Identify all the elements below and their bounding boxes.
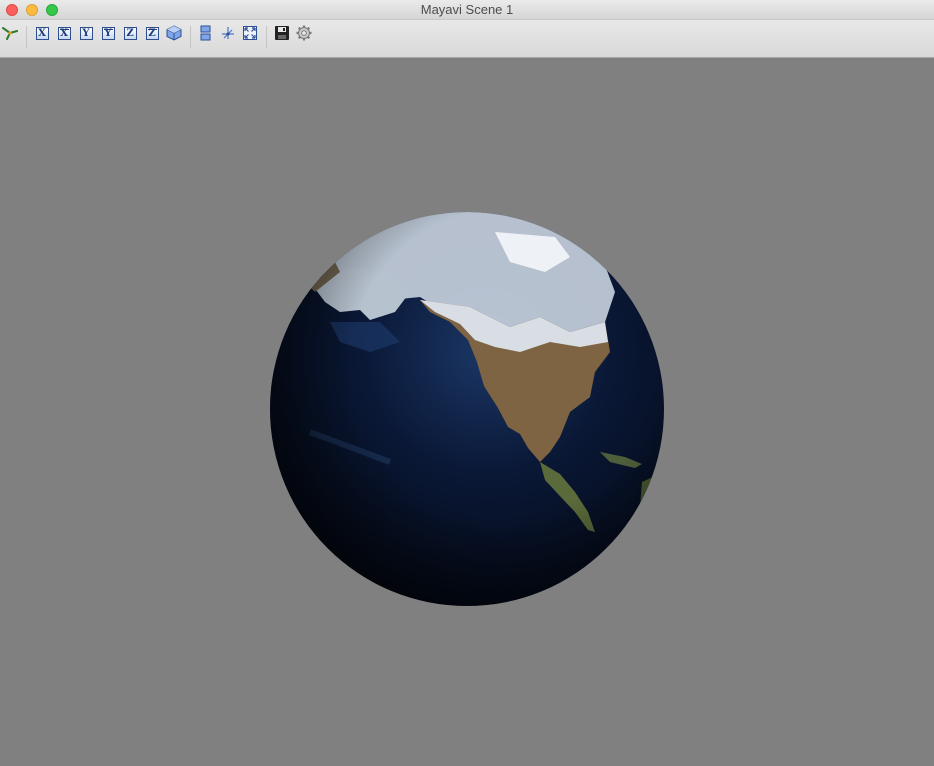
save-snapshot-button[interactable] — [274, 25, 290, 41]
x-axis-icon: X — [57, 26, 71, 40]
3d-scene-viewport[interactable] — [0, 58, 934, 766]
scene-toolbar: X X Y Y Z Z — [0, 20, 934, 58]
z-axis-icon: Z — [145, 26, 159, 40]
mayavi-icon[interactable] — [2, 25, 18, 41]
axes-indicator-button[interactable] — [220, 25, 236, 41]
save-icon — [275, 26, 289, 40]
view-x-positive-button[interactable]: X — [34, 25, 50, 41]
view-z-negative-button[interactable]: Z — [144, 25, 160, 41]
configure-scene-button[interactable] — [296, 25, 312, 41]
z-axis-icon: Z — [123, 26, 137, 40]
parallel-projection-icon — [200, 25, 211, 41]
window-title: Mayavi Scene 1 — [420, 2, 514, 17]
view-z-positive-button[interactable]: Z — [122, 25, 138, 41]
mayavi-window: Mayavi Scene 1 X X Y Y Z Z — [0, 0, 934, 766]
earth-globe[interactable] — [270, 212, 664, 606]
title-bar[interactable]: Mayavi Scene 1 — [0, 0, 934, 20]
gear-icon — [296, 25, 312, 41]
full-screen-icon — [243, 26, 257, 40]
y-axis-icon: Y — [101, 26, 115, 40]
parallel-projection-button[interactable] — [198, 25, 214, 41]
y-axis-icon: Y — [79, 26, 93, 40]
toolbar-separator — [266, 26, 267, 48]
view-y-negative-button[interactable]: Y — [100, 25, 116, 41]
isometric-cube-icon — [166, 25, 182, 41]
full-screen-button[interactable] — [242, 25, 258, 41]
toolbar-separator — [190, 26, 191, 48]
toolbar-separator — [26, 26, 27, 48]
globe-shading — [270, 212, 664, 606]
axes-indicator-icon — [222, 27, 234, 39]
view-x-negative-button[interactable]: X — [56, 25, 72, 41]
x-axis-icon: X — [35, 26, 49, 40]
isometric-view-button[interactable] — [166, 25, 182, 41]
view-y-positive-button[interactable]: Y — [78, 25, 94, 41]
